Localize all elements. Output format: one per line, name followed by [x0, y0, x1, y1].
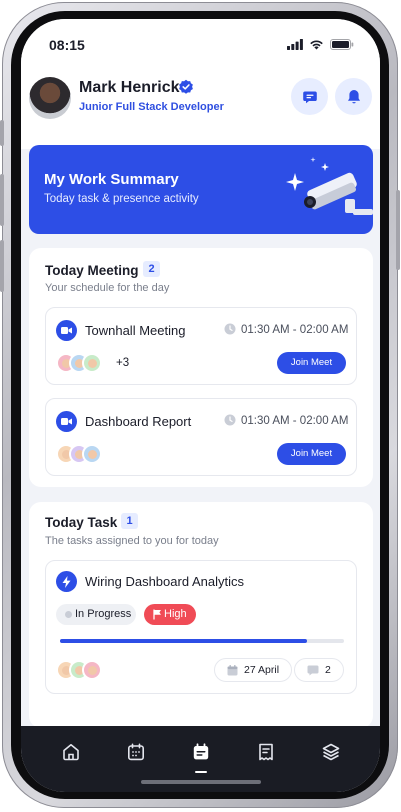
- join-meet-button[interactable]: Join Meet: [277, 352, 346, 374]
- app-screen: 08:15 Mark Henrick Junior Full Stack Dev…: [21, 19, 380, 792]
- clock-icon: [224, 414, 236, 426]
- task-title: Wiring Dashboard Analytics: [85, 574, 244, 589]
- meeting-card[interactable]: Dashboard Report 01:30 AM - 02:00 AM Joi…: [45, 398, 357, 476]
- home-indicator: [141, 780, 261, 784]
- cctv-camera-illustration: [286, 157, 373, 215]
- nav-attendance[interactable]: [125, 741, 147, 763]
- today-task-section: Today Task 1 The tasks assigned to you f…: [29, 502, 373, 728]
- verified-badge-icon: [179, 79, 193, 94]
- due-date: 27 April: [244, 664, 280, 676]
- extra-attendees-count: +3: [116, 357, 130, 369]
- status-time: 08:15: [49, 37, 85, 53]
- task-progress-fill: [60, 639, 308, 643]
- calendar-icon: [127, 743, 144, 761]
- meeting-card[interactable]: Townhall Meeting 01:30 AM - 02:00 AM +3 …: [45, 307, 357, 385]
- banner-subtitle: Today task & presence activity: [44, 193, 199, 205]
- bottom-navigation: [21, 726, 380, 792]
- mute-switch: [0, 120, 4, 146]
- nav-reports[interactable]: [255, 741, 277, 763]
- power-button: [396, 190, 400, 270]
- task-priority-pill: High: [144, 604, 196, 625]
- task-card[interactable]: Wiring Dashboard Analytics In Progress H…: [45, 560, 357, 694]
- task-count-badge: 1: [121, 513, 138, 529]
- wifi-icon: [310, 40, 323, 50]
- home-icon: [63, 744, 79, 761]
- receipt-icon: [259, 743, 273, 761]
- lightning-icon: [56, 571, 77, 592]
- meeting-title: Townhall Meeting: [85, 323, 186, 338]
- nav-schedule[interactable]: [190, 741, 212, 763]
- status-icons: [287, 39, 354, 50]
- attendee-avatars: [56, 444, 102, 464]
- notifications-button[interactable]: [335, 78, 372, 115]
- meeting-time: 01:30 AM - 02:00 AM: [241, 324, 349, 336]
- task-status-pill: In Progress: [56, 604, 136, 625]
- meeting-section-title: Today Meeting: [45, 263, 139, 278]
- attendee-avatar: [82, 444, 102, 464]
- meeting-time: 01:30 AM - 02:00 AM: [241, 415, 349, 427]
- assignee-avatar: [82, 660, 102, 680]
- meeting-count-badge: 2: [143, 261, 160, 277]
- active-nav-indicator: [195, 771, 207, 773]
- attendee-avatar: [82, 353, 102, 373]
- nav-layers[interactable]: [320, 741, 342, 763]
- messages-button[interactable]: [291, 78, 328, 115]
- calendar-active-icon: [193, 743, 209, 760]
- layers-icon: [322, 743, 340, 761]
- join-meet-button[interactable]: Join Meet: [277, 443, 346, 465]
- user-name: Mark Henrick: [79, 79, 180, 96]
- meeting-title: Dashboard Report: [85, 414, 192, 429]
- due-date-pill: 27 April: [214, 658, 293, 682]
- comments-pill[interactable]: 2: [294, 658, 344, 682]
- today-meeting-section: Today Meeting 2 Your schedule for the da…: [29, 248, 373, 487]
- volume-up-button: [0, 174, 4, 226]
- battery-icon: [330, 39, 354, 50]
- bell-icon: [347, 89, 360, 103]
- work-summary-banner[interactable]: My Work Summary Today task & presence ac…: [29, 145, 373, 234]
- banner-title: My Work Summary: [44, 171, 179, 188]
- task-priority: High: [164, 608, 187, 620]
- status-dot-icon: [65, 611, 72, 618]
- profile-header: Mark Henrick Junior Full Stack Developer: [21, 71, 380, 149]
- signal-icon: [287, 39, 303, 50]
- meeting-section-subtitle: Your schedule for the day: [45, 282, 170, 294]
- chat-icon: [302, 91, 317, 103]
- clock-icon: [224, 323, 236, 335]
- nav-home[interactable]: [60, 741, 82, 763]
- task-section-title: Today Task: [45, 515, 118, 530]
- video-call-icon: [56, 320, 77, 341]
- video-call-icon: [56, 411, 77, 432]
- status-bar: 08:15: [21, 19, 380, 71]
- avatar[interactable]: [29, 77, 71, 119]
- volume-down-button: [0, 240, 4, 292]
- user-role: Junior Full Stack Developer: [79, 101, 224, 113]
- comment-count: 2: [325, 664, 331, 676]
- comment-icon: [307, 665, 319, 675]
- flag-icon: [153, 609, 161, 620]
- task-status: In Progress: [75, 608, 132, 620]
- calendar-icon: [227, 664, 238, 675]
- assignee-avatars: [56, 660, 102, 680]
- attendee-avatars: [56, 353, 102, 373]
- task-section-subtitle: The tasks assigned to you for today: [45, 535, 219, 547]
- task-progress-bar: [60, 639, 344, 643]
